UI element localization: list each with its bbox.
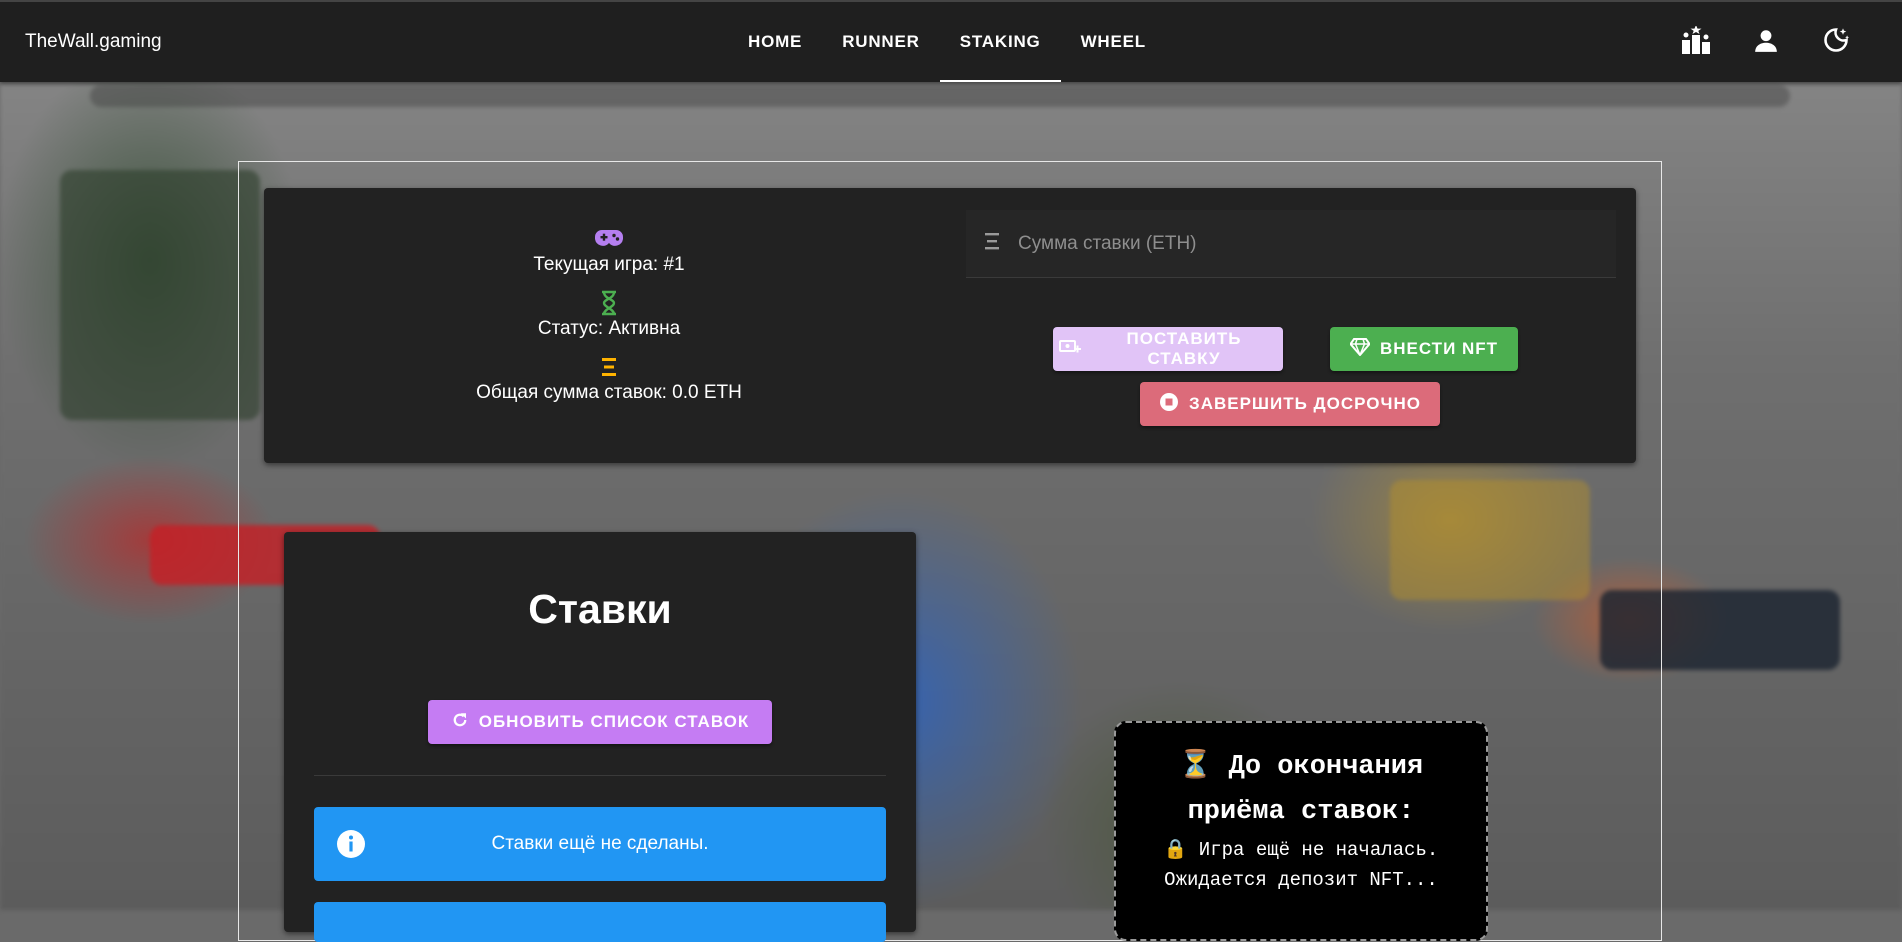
current-game-text: Текущая игра: #1 [533, 254, 685, 275]
countdown-status-line: 🔒 Игра ещё не началась. [1163, 839, 1439, 861]
bets-alert-secondary [314, 902, 886, 942]
app-bar: TheWall.gaming HOME RUNNER STAKING WHEEL [0, 0, 1902, 82]
cash-plus-icon [1059, 339, 1081, 360]
game-info: Текущая игра: #1 Статус: Активна Общая с… [264, 226, 954, 418]
finish-early-label: ЗАВЕРШИТЬ ДОСРОЧНО [1189, 394, 1421, 413]
account-icon[interactable] [1750, 24, 1782, 56]
status-row: Статус: Активна [264, 290, 954, 340]
nav-runner[interactable]: RUNNER [822, 2, 940, 82]
theme-toggle-icon[interactable] [1820, 24, 1852, 56]
refresh-bets-label: ОБНОВИТЬ СПИСОК СТАВОК [478, 712, 750, 731]
stop-circle-icon [1159, 392, 1179, 417]
nav-home[interactable]: HOME [728, 2, 822, 82]
refresh-icon [451, 711, 469, 734]
diamond-icon [1349, 337, 1371, 361]
countdown-waiting-line: Ожидается депозит NFT... [1164, 869, 1438, 891]
nav-staking[interactable]: STAKING [939, 2, 1061, 82]
main-nav: HOME RUNNER STAKING WHEEL [728, 2, 1166, 82]
leaderboard-icon[interactable] [1680, 24, 1712, 56]
hourglass-icon [600, 290, 618, 316]
current-game-row: Текущая игра: #1 [264, 226, 954, 276]
gamepad-icon [594, 226, 624, 252]
total-row: Общая сумма ставок: 0.0 ETH [264, 354, 954, 404]
countdown-title-line2: приёма ставок: [1187, 797, 1415, 827]
deposit-nft-label: ВНЕСТИ NFT [1379, 339, 1499, 358]
stake-amount-input[interactable] [1016, 231, 1580, 256]
divider [314, 775, 886, 776]
info-icon [336, 829, 366, 864]
ethereum-icon [984, 231, 1000, 257]
no-bets-alert: Ставки ещё не сделаны. [314, 807, 886, 881]
status-text: Статус: Активна [537, 318, 681, 339]
deposit-nft-button[interactable]: ВНЕСТИ NFT [1330, 327, 1518, 371]
place-bet-button[interactable]: ПОСТАВИТЬ СТАВКУ [1053, 327, 1283, 371]
brand-logo-text[interactable]: TheWall.gaming [25, 31, 162, 53]
bets-title: Ставки [528, 586, 672, 632]
countdown-title: ⏳ До окончания приёма ставок: [1116, 745, 1486, 835]
countdown-title-line1: ⏳ До окончания [1178, 752, 1424, 782]
refresh-bets-button[interactable]: ОБНОВИТЬ СПИСОК СТАВОК [428, 700, 772, 744]
stake-amount-field[interactable] [966, 210, 1616, 278]
top-actions [1680, 24, 1852, 56]
total-stakes-text: Общая сумма ставок: 0.0 ETH [476, 382, 742, 403]
game-info-panel: Текущая игра: #1 Статус: Активна Общая с… [264, 188, 1636, 463]
finish-early-button[interactable]: ЗАВЕРШИТЬ ДОСРОЧНО [1140, 382, 1440, 426]
bets-card: Ставки ОБНОВИТЬ СПИСОК СТАВОК Ставки ещё… [284, 532, 916, 942]
ethereum-icon [600, 354, 618, 380]
nav-wheel[interactable]: WHEEL [1061, 2, 1166, 82]
countdown-box: ⏳ До окончания приёма ставок: 🔒 Игра ещё… [1114, 721, 1488, 941]
place-bet-label: ПОСТАВИТЬ СТАВКУ [1126, 329, 1242, 368]
no-bets-text: Ставки ещё не сделаны. [491, 833, 709, 854]
